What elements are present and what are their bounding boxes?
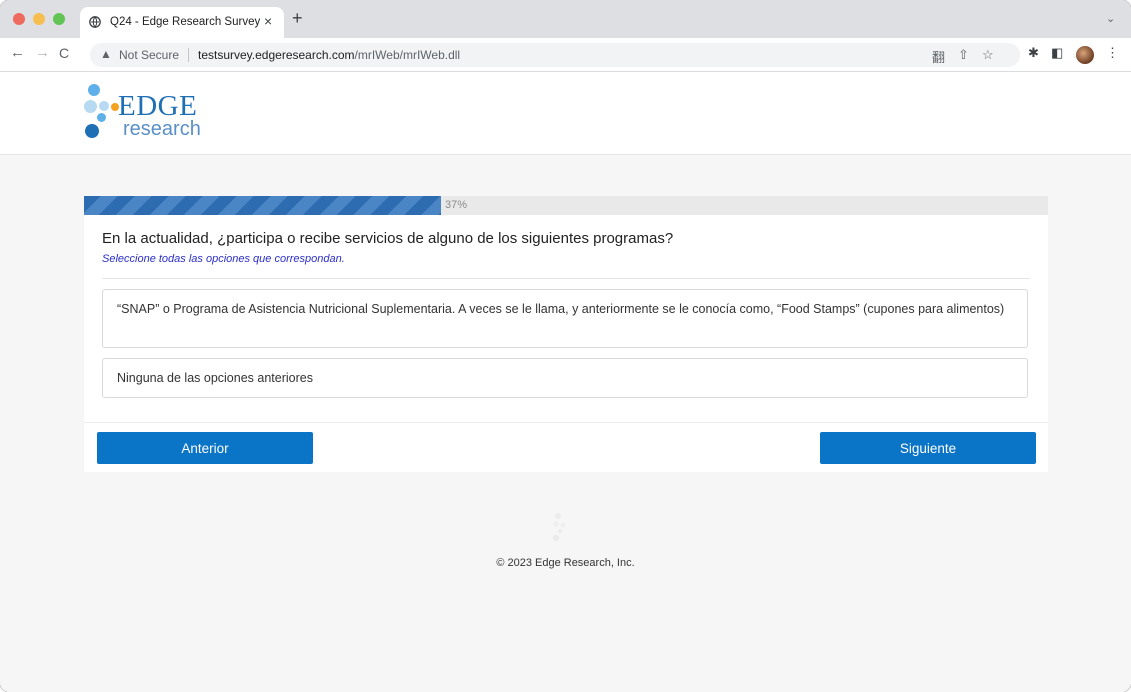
browser-window: Q24 - Edge Research Survey × + ⌄ ← → C ▲… xyxy=(0,0,1131,692)
progress-label: 37% xyxy=(445,199,468,211)
next-button[interactable]: Siguiente xyxy=(820,432,1036,464)
new-tab-button[interactable]: + xyxy=(292,9,303,27)
progress-fill xyxy=(84,196,441,215)
question-instruction: Seleccione todas las opciones que corres… xyxy=(102,253,345,265)
globe-icon xyxy=(89,16,101,28)
chevron-down-icon[interactable]: ⌄ xyxy=(1106,12,1115,25)
logo-dot xyxy=(97,113,106,122)
reload-icon[interactable]: C xyxy=(59,44,69,62)
question-text: En la actualidad, ¿participa o recibe se… xyxy=(102,230,674,247)
answer-option-none[interactable]: Ninguna de las opciones anteriores xyxy=(102,358,1028,398)
logo-dot xyxy=(88,84,100,96)
security-label[interactable]: Not Secure xyxy=(119,48,179,62)
footer-copyright: © 2023 Edge Research, Inc. xyxy=(496,557,635,569)
bookmark-star-icon[interactable]: ☆ xyxy=(982,47,994,63)
translate-icon[interactable]: 翻 xyxy=(932,47,945,66)
close-icon[interactable]: × xyxy=(264,13,272,29)
browser-toolbar: ← → C ▲ Not Secure testsurvey.edgeresear… xyxy=(0,38,1131,72)
back-arrow-icon[interactable]: ← xyxy=(10,44,25,62)
logo-dot xyxy=(99,101,109,111)
page-content: EDGE research 37% En la actualidad, ¿par… xyxy=(0,72,1131,692)
survey-card: 37% En la actualidad, ¿participa o recib… xyxy=(84,196,1048,472)
omnibox-divider xyxy=(188,48,189,62)
profile-avatar[interactable] xyxy=(1076,46,1094,64)
tab-title: Q24 - Edge Research Survey xyxy=(110,16,261,28)
url-text[interactable]: testsurvey.edgeresearch.com/mrIWeb/mrIWe… xyxy=(198,48,460,62)
url-host: testsurvey.edgeresearch.com xyxy=(198,48,355,62)
forward-arrow-icon[interactable]: → xyxy=(35,44,50,62)
address-bar[interactable]: ▲ Not Secure testsurvey.edgeresearch.com… xyxy=(90,43,1020,67)
share-icon[interactable]: ⇧ xyxy=(958,47,969,63)
extensions-icon[interactable]: ✱ xyxy=(1028,45,1039,61)
url-path: /mrIWeb/mrIWeb.dll xyxy=(354,48,461,62)
side-panel-icon[interactable]: ◧ xyxy=(1051,45,1063,61)
minimize-window-button[interactable] xyxy=(33,13,45,25)
tab-active[interactable]: Q24 - Edge Research Survey × xyxy=(80,7,284,38)
previous-button[interactable]: Anterior xyxy=(97,432,313,464)
logo-subtitle: research xyxy=(123,118,201,140)
watermark-logo-icon xyxy=(552,513,566,542)
maximize-window-button[interactable] xyxy=(53,13,65,25)
edge-research-logo: EDGE research xyxy=(84,82,224,146)
site-header: EDGE research xyxy=(0,72,1131,155)
progress-bar: 37% xyxy=(84,196,1048,215)
answer-option-snap[interactable]: “SNAP” o Programa de Asistencia Nutricio… xyxy=(102,289,1028,348)
logo-dot xyxy=(85,124,99,138)
more-menu-icon[interactable]: ⋮ xyxy=(1106,45,1119,61)
warning-triangle-icon[interactable]: ▲ xyxy=(100,47,112,61)
logo-dot xyxy=(84,100,97,113)
divider xyxy=(102,278,1030,279)
tab-strip: Q24 - Edge Research Survey × + ⌄ xyxy=(0,0,1131,38)
close-window-button[interactable] xyxy=(13,13,25,25)
divider xyxy=(84,422,1048,423)
